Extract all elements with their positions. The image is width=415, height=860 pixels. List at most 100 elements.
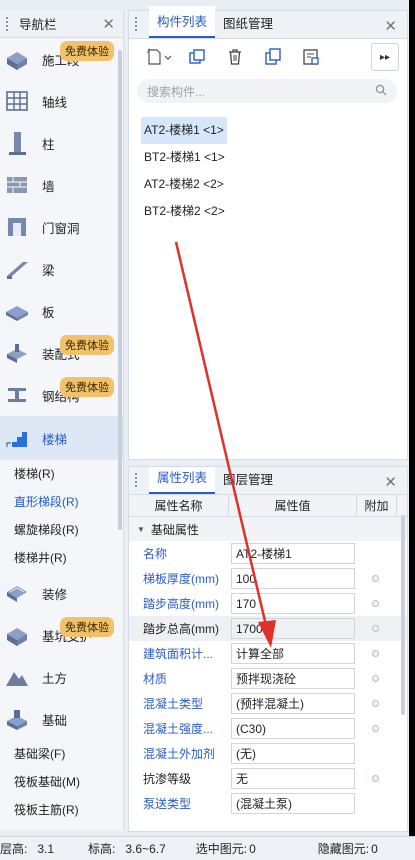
nav-header: 导航栏 ✕ [0,10,123,38]
nav-item-label: 基础 [42,713,68,728]
door-window-icon [4,214,30,240]
property-value-field[interactable]: AT2-楼梯1 [231,543,355,564]
attach-checkbox[interactable] [371,700,379,707]
property-row: 混凝土类型 (预拌混凝土) [129,691,407,716]
property-extra-cell [355,600,395,607]
nav-item-stair[interactable]: 楼梯 [0,416,123,460]
property-list-panel: 属性列表 图层管理 ✕ 属性名称 属性值 附加 ▼ 基础属性 名称 AT2-楼梯1… [128,466,408,832]
property-value-field[interactable]: (混凝土泵) [231,793,355,814]
hidden-count-value: 0 [371,841,378,856]
nav-item-steel[interactable]: 钢结构 免费体验 [0,374,123,416]
attach-checkbox[interactable] [371,600,379,607]
construction-section-icon [4,46,30,72]
extract-button[interactable] [293,43,329,71]
property-name: 建筑面积计... [143,647,214,661]
steel-icon [4,382,30,408]
property-row: 名称 AT2-楼梯1 [129,541,407,566]
nav-sub-item[interactable]: 螺旋梯段(R) [0,516,123,544]
copy-button[interactable] [179,43,215,71]
copy-to-floor-button[interactable] [255,43,291,71]
property-table-header: 属性名称 属性值 附加 [129,495,407,517]
nav-item-column[interactable]: 柱 [0,122,123,164]
property-value-field[interactable]: (无) [231,743,355,764]
floor-height-value: 3.1 [37,841,55,856]
drag-handle[interactable] [135,473,143,487]
property-value-field[interactable]: 170 [231,593,355,614]
free-trial-badge[interactable]: 免费体验 [60,377,114,397]
nav-item-construction-section[interactable]: 施工段 免费体验 [0,38,123,80]
nav-item-foundation-pit[interactable]: 基坑支护免费体验 [0,614,123,656]
list-item[interactable]: BT2-楼梯1 <1> [141,144,228,171]
attach-checkbox[interactable] [371,575,379,582]
nav-item-wall[interactable]: 墙 [0,164,123,206]
list-item[interactable]: BT2-楼梯2 <2> [141,198,228,225]
property-row: 建筑面积计... 计算全部 [129,641,407,666]
nav-sub-item[interactable]: 楼梯(R) [0,460,123,488]
property-row: 材质 预拌现浇砼 [129,666,407,691]
list-item[interactable]: AT2-楼梯1 <1> [141,117,227,144]
free-trial-badge[interactable]: 免费体验 [60,41,114,61]
nav-sub-item[interactable]: 直形梯段(R) [0,488,123,516]
nav-sub-item[interactable]: 基础梁(F) [0,740,123,768]
nav-sub-item[interactable]: 筏板基础(M) [0,768,123,796]
property-value-field[interactable]: 计算全部 [231,643,355,664]
attach-checkbox[interactable] [371,725,379,732]
search-icon[interactable] [375,84,387,99]
search-input[interactable]: 搜索构件... [137,79,397,103]
nav-item-axis-grid[interactable]: 轴线 [0,80,123,122]
new-component-button[interactable] [141,43,177,71]
drag-handle[interactable] [6,16,14,31]
tab-component-list[interactable]: 构件列表 [149,6,216,38]
property-scrollbar[interactable] [401,515,405,715]
delete-button[interactable] [217,43,253,71]
property-name: 混凝土外加剂 [143,747,216,761]
nav-item-label: 板 [42,305,55,320]
attach-checkbox[interactable] [371,625,379,632]
nav-item-label: 柱 [42,137,55,152]
property-value-field[interactable]: 预拌现浇砼 [231,668,355,689]
attach-checkbox[interactable] [371,650,379,657]
component-list-panel: 构件列表 图纸管理 ✕ ▸▸ 搜索构件... AT2-楼梯1 <1> BT2-楼… [128,6,408,460]
free-trial-badge[interactable]: 免费体验 [60,617,114,637]
drag-handle[interactable] [135,17,143,31]
property-group-label: 基础属性 [150,522,199,537]
tab-drawing-management[interactable]: 图纸管理 [215,13,281,38]
drawing-canvas-edge[interactable] [409,0,415,836]
tab-layer-management[interactable]: 图层管理 [215,469,281,494]
property-name: 踏步高度(mm) [143,597,219,611]
nav-item-foundation[interactable]: 基础 [0,698,123,740]
property-value-field[interactable]: 无 [231,768,355,789]
nav-item-prefab[interactable]: 装配式 免费体验 [0,332,123,374]
nav-item-decoration[interactable]: 装修 [0,572,123,614]
extract-icon [303,49,319,65]
nav-item-door-window[interactable]: 门窗洞 [0,206,123,248]
property-value-field[interactable]: (C30) [231,718,355,739]
property-value-field[interactable]: 100 [231,568,355,589]
more-button[interactable]: ▸▸ [371,43,399,71]
property-row: 踏步高度(mm) 170 [129,591,407,616]
elevation-label: 标高: [88,842,116,856]
foundation-pit-icon [4,622,30,648]
property-extra-cell [355,775,395,782]
attach-checkbox[interactable] [371,775,379,782]
property-value-field[interactable]: (预拌混凝土) [231,693,355,714]
list-item[interactable]: AT2-楼梯2 <2> [141,171,227,198]
free-trial-badge[interactable]: 免费体验 [60,335,114,355]
nav-item-beam[interactable]: 梁 [0,248,123,290]
nav-item-earthwork[interactable]: 土方 [0,656,123,698]
beam-icon [4,256,30,282]
navigation-panel: 导航栏 ✕ 施工段 免费体验 轴线柱墙门窗洞梁板装配式 免费体验 钢结构 免费体验 楼梯 楼梯… [0,10,124,830]
close-icon[interactable]: ✕ [384,17,397,35]
property-row: 混凝土强度... (C30) [129,716,407,741]
close-icon[interactable]: ✕ [384,473,397,491]
nav-sub-item[interactable]: 楼梯井(R) [0,544,123,572]
tab-property-list[interactable]: 属性列表 [149,467,216,494]
close-icon[interactable]: ✕ [102,15,115,33]
nav-item-slab[interactable]: 板 [0,290,123,332]
nav-sub-item[interactable]: 筏板主筋(R) [0,796,123,824]
property-group-basic[interactable]: ▼ 基础属性 [129,517,407,541]
property-value-field[interactable]: 1700 [231,618,355,639]
property-name: 混凝土类型 [143,697,204,711]
attach-checkbox[interactable] [371,675,379,682]
nav-scrollbar[interactable] [118,50,122,530]
